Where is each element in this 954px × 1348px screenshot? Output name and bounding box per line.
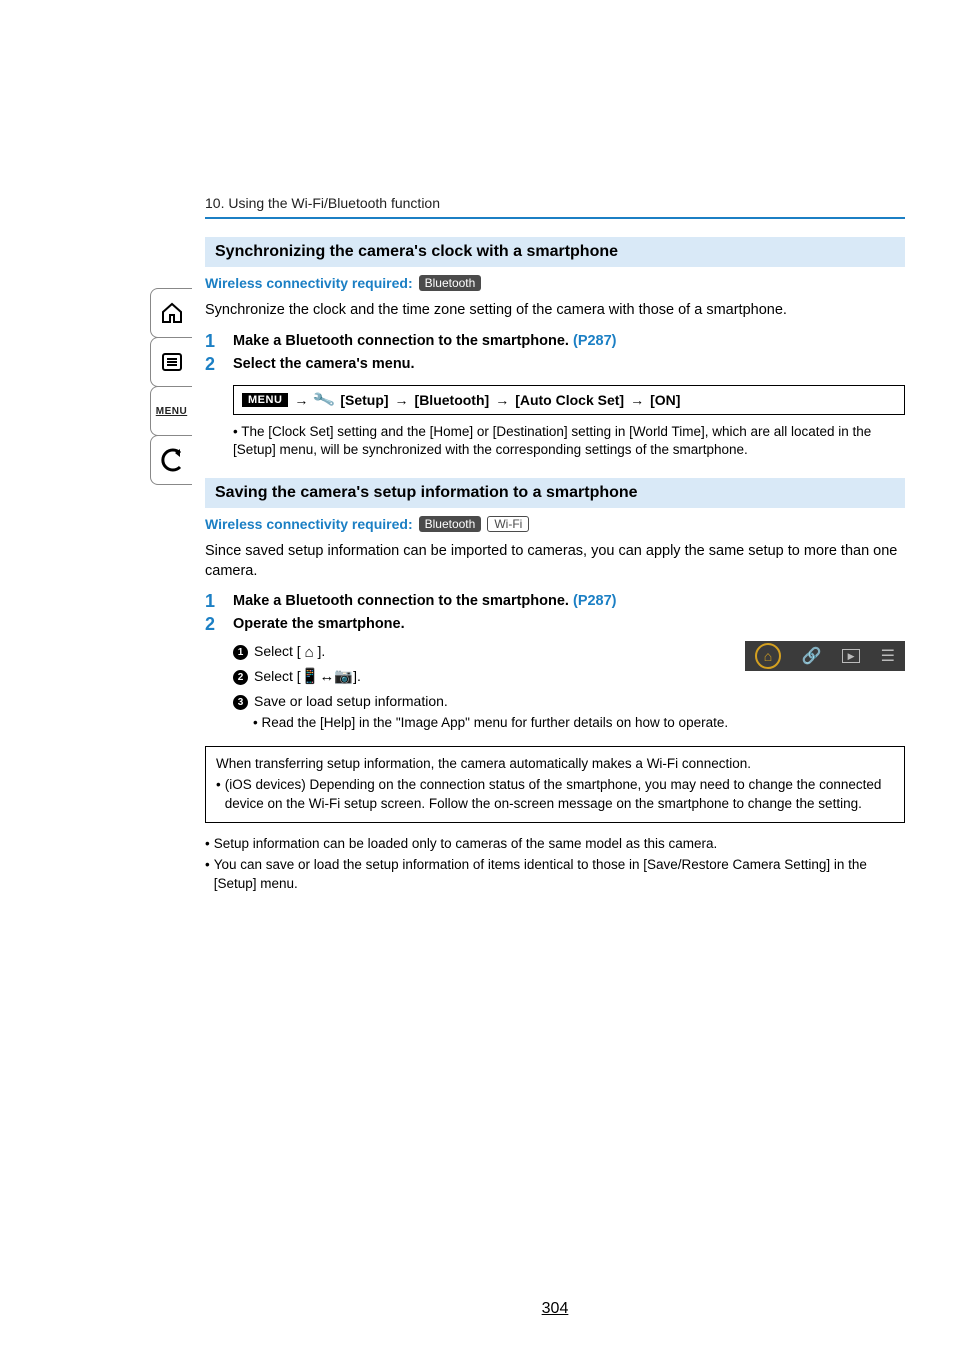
s2-step1: 1 Make a Bluetooth connection to the sma… (205, 591, 905, 612)
wireless-required-2: Wireless connectivity required: Bluetoot… (205, 516, 905, 532)
home-outline-icon: ⌂ (305, 642, 314, 665)
wifi-badge: Wi-Fi (487, 516, 529, 532)
s1-step2-text: Select the camera's menu. (233, 354, 415, 375)
note-line1: When transferring setup information, the… (216, 755, 894, 774)
menu-tab[interactable]: MENU (150, 386, 192, 436)
s1-step1-text: Make a Bluetooth connection to the smart… (233, 331, 617, 352)
link-p287-1[interactable]: (P287) (573, 333, 617, 349)
s2-step1-text: Make a Bluetooth connection to the smart… (233, 591, 617, 612)
step-number-1: 1 (205, 331, 219, 352)
step-number-2: 2 (205, 354, 219, 375)
menu-tab-label: MENU (156, 406, 187, 417)
s1-bullet: • The [Clock Set] setting and the [Home]… (233, 423, 905, 461)
path-on: [ON] (650, 392, 680, 408)
substep-3: 3Save or load setup information. (233, 691, 905, 712)
circled-1-icon: 1 (233, 645, 248, 660)
path-setup: [Setup] (340, 392, 388, 408)
wireless-label-1: Wireless connectivity required: (205, 275, 413, 291)
section2-heading: Saving the camera's setup information to… (205, 478, 905, 508)
s2-step2: 2 Operate the smartphone. (205, 614, 905, 635)
menu-path-box: MENU → 🔧 [Setup] → [Bluetooth] → [Auto C… (233, 385, 905, 415)
foot-2: •You can save or load the setup informat… (205, 856, 905, 894)
contents-tab[interactable] (150, 337, 192, 387)
back-tab[interactable] (150, 435, 192, 485)
wireless-label-2: Wireless connectivity required: (205, 516, 413, 532)
section2-intro: Since saved setup information can be imp… (205, 542, 905, 581)
path-autoclock: [Auto Clock Set] (515, 392, 624, 408)
substep-3-bullet: • Read the [Help] in the "Image App" men… (253, 714, 905, 733)
phone-camera-icon: 📱↔📷 (301, 666, 353, 689)
note-box: When transferring setup information, the… (205, 746, 905, 823)
arrow-icon: → (395, 392, 409, 408)
section1-heading: Synchronizing the camera's clock with a … (205, 237, 905, 267)
home-icon (160, 301, 184, 325)
s2-step2-text: Operate the smartphone. (233, 614, 405, 635)
circled-2-icon: 2 (233, 670, 248, 685)
arrow-icon: → (495, 392, 509, 408)
circled-3-icon: 3 (233, 695, 248, 710)
chapter-title: 10. Using the Wi-Fi/Bluetooth function (205, 195, 905, 211)
bluetooth-badge-2: Bluetooth (419, 516, 482, 532)
note-line2: •(iOS devices) Depending on the connecti… (216, 776, 894, 814)
footer-bullets: •Setup information can be loaded only to… (205, 835, 905, 894)
path-bluetooth: [Bluetooth] (415, 392, 490, 408)
section1-intro: Synchronize the clock and the time zone … (205, 301, 905, 321)
sidebar-nav: MENU (150, 288, 192, 484)
app-home-icon: ⌂ (755, 643, 781, 669)
divider (205, 217, 905, 219)
foot-1: •Setup information can be loaded only to… (205, 835, 905, 854)
app-toolbar: ⌂ 🔗 ▶ ☰ (745, 641, 905, 671)
step-number-1b: 1 (205, 591, 219, 612)
arrow-icon: → (294, 392, 308, 408)
app-menu-icon: ☰ (881, 646, 895, 666)
app-play-icon: ▶ (842, 649, 860, 663)
s1-step2: 2 Select the camera's menu. (205, 354, 905, 375)
link-p287-2[interactable]: (P287) (573, 593, 617, 609)
menu-badge: MENU (242, 393, 288, 407)
wireless-required-1: Wireless connectivity required: Bluetoot… (205, 275, 905, 291)
list-icon (160, 350, 184, 374)
back-icon (160, 448, 184, 472)
s1-step1: 1 Make a Bluetooth connection to the sma… (205, 331, 905, 352)
bluetooth-badge: Bluetooth (419, 275, 482, 291)
step-number-2b: 2 (205, 614, 219, 635)
home-tab[interactable] (150, 288, 192, 338)
page-number[interactable]: 304 (205, 1300, 905, 1318)
substep-wrapper: 1Select [ ⌂ ]. 2Select [📱↔📷]. 3Save or l… (205, 641, 905, 732)
app-remote-icon: 🔗 (802, 646, 822, 666)
arrow-icon: → (630, 392, 644, 408)
wrench-icon: 🔧 (312, 387, 338, 413)
